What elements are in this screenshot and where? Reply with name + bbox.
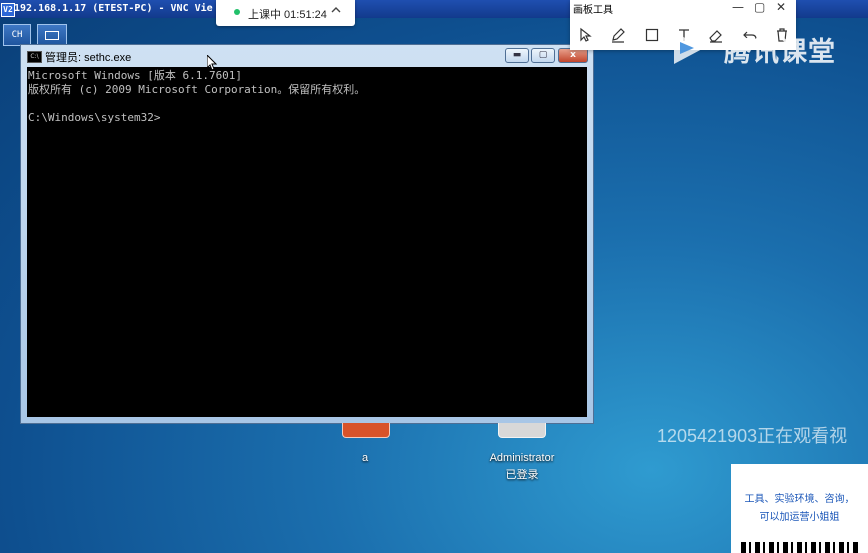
promo-text: 工具、实验环境、咨询， xyxy=(744,494,855,505)
lesson-status-pill[interactable]: 上课中 01:51:24 xyxy=(216,0,355,26)
keyboard-button[interactable] xyxy=(37,24,67,46)
desktop-icon-a[interactable] xyxy=(342,423,390,438)
keyboard-icon xyxy=(45,31,59,40)
rectangle-icon[interactable] xyxy=(644,27,660,43)
close-button[interactable]: x xyxy=(558,48,588,63)
language-button[interactable]: CH xyxy=(3,24,31,46)
live-indicator-dot xyxy=(234,9,240,15)
promo-panel: 工具、实验环境、咨询， 可以加运营小姐姐 xyxy=(731,464,868,553)
chevron-up-icon[interactable] xyxy=(330,4,342,19)
toolbar-maximize-button[interactable]: ▢ xyxy=(754,0,765,14)
toolbar-close-button[interactable]: ✕ xyxy=(776,0,786,14)
vnc-logo: V2 xyxy=(1,3,15,17)
desktop-icon-administrator[interactable] xyxy=(498,423,546,438)
console-prompt: C:\Windows\system32> xyxy=(28,111,161,124)
language-button-label: CH xyxy=(11,30,23,40)
brand-watermark: 腾讯课堂 xyxy=(670,26,860,70)
minimize-button[interactable]: ▬ xyxy=(505,48,529,63)
toolbar-minimize-button[interactable]: — xyxy=(732,0,744,14)
minimize-icon: ▬ xyxy=(512,50,522,60)
promo-text: 可以加运营小姐姐 xyxy=(759,512,840,523)
select-icon[interactable] xyxy=(578,27,594,43)
maximize-button[interactable]: ▢ xyxy=(531,48,555,63)
vnc-window-title: 192.168.1.17 (ETEST-PC) - VNC Vie xyxy=(14,3,213,14)
desktop-icon-sublabel: 已登录 xyxy=(505,469,539,481)
desktop-icon-label: a xyxy=(361,452,369,464)
qr-code xyxy=(741,542,861,553)
pen-icon[interactable] xyxy=(610,27,626,43)
console-line: Microsoft Windows [版本 6.1.7601] xyxy=(28,69,243,82)
desktop-icon-label: Administrator xyxy=(489,452,555,464)
maximize-icon: ▢ xyxy=(538,50,548,60)
close-icon: x xyxy=(570,50,576,60)
cmd-window[interactable]: C:\ 管理员: sethc.exe ▬ ▢ x Microsoft Windo… xyxy=(20,44,594,424)
play-logo-icon xyxy=(674,32,704,64)
viewer-watermark: 1205421903正在观看视 xyxy=(657,426,848,446)
console-line: 版权所有 (c) 2009 Microsoft Corporation。保留所有… xyxy=(28,83,366,96)
console-icon: C:\ xyxy=(27,51,42,63)
brand-name: 腾讯课堂 xyxy=(724,37,836,68)
cmd-window-title: 管理员: sethc.exe xyxy=(45,52,132,64)
console-output[interactable]: Microsoft Windows [版本 6.1.7601] 版权所有 (c) … xyxy=(27,67,587,417)
lesson-timer: 上课中 01:51:24 xyxy=(248,9,327,21)
mouse-cursor-icon xyxy=(207,55,217,71)
console-line: ​ xyxy=(28,97,587,111)
cmd-titlebar[interactable]: C:\ 管理员: sethc.exe ▬ ▢ x xyxy=(21,45,593,67)
drawing-toolbar-title: 画板工具 xyxy=(573,5,613,16)
